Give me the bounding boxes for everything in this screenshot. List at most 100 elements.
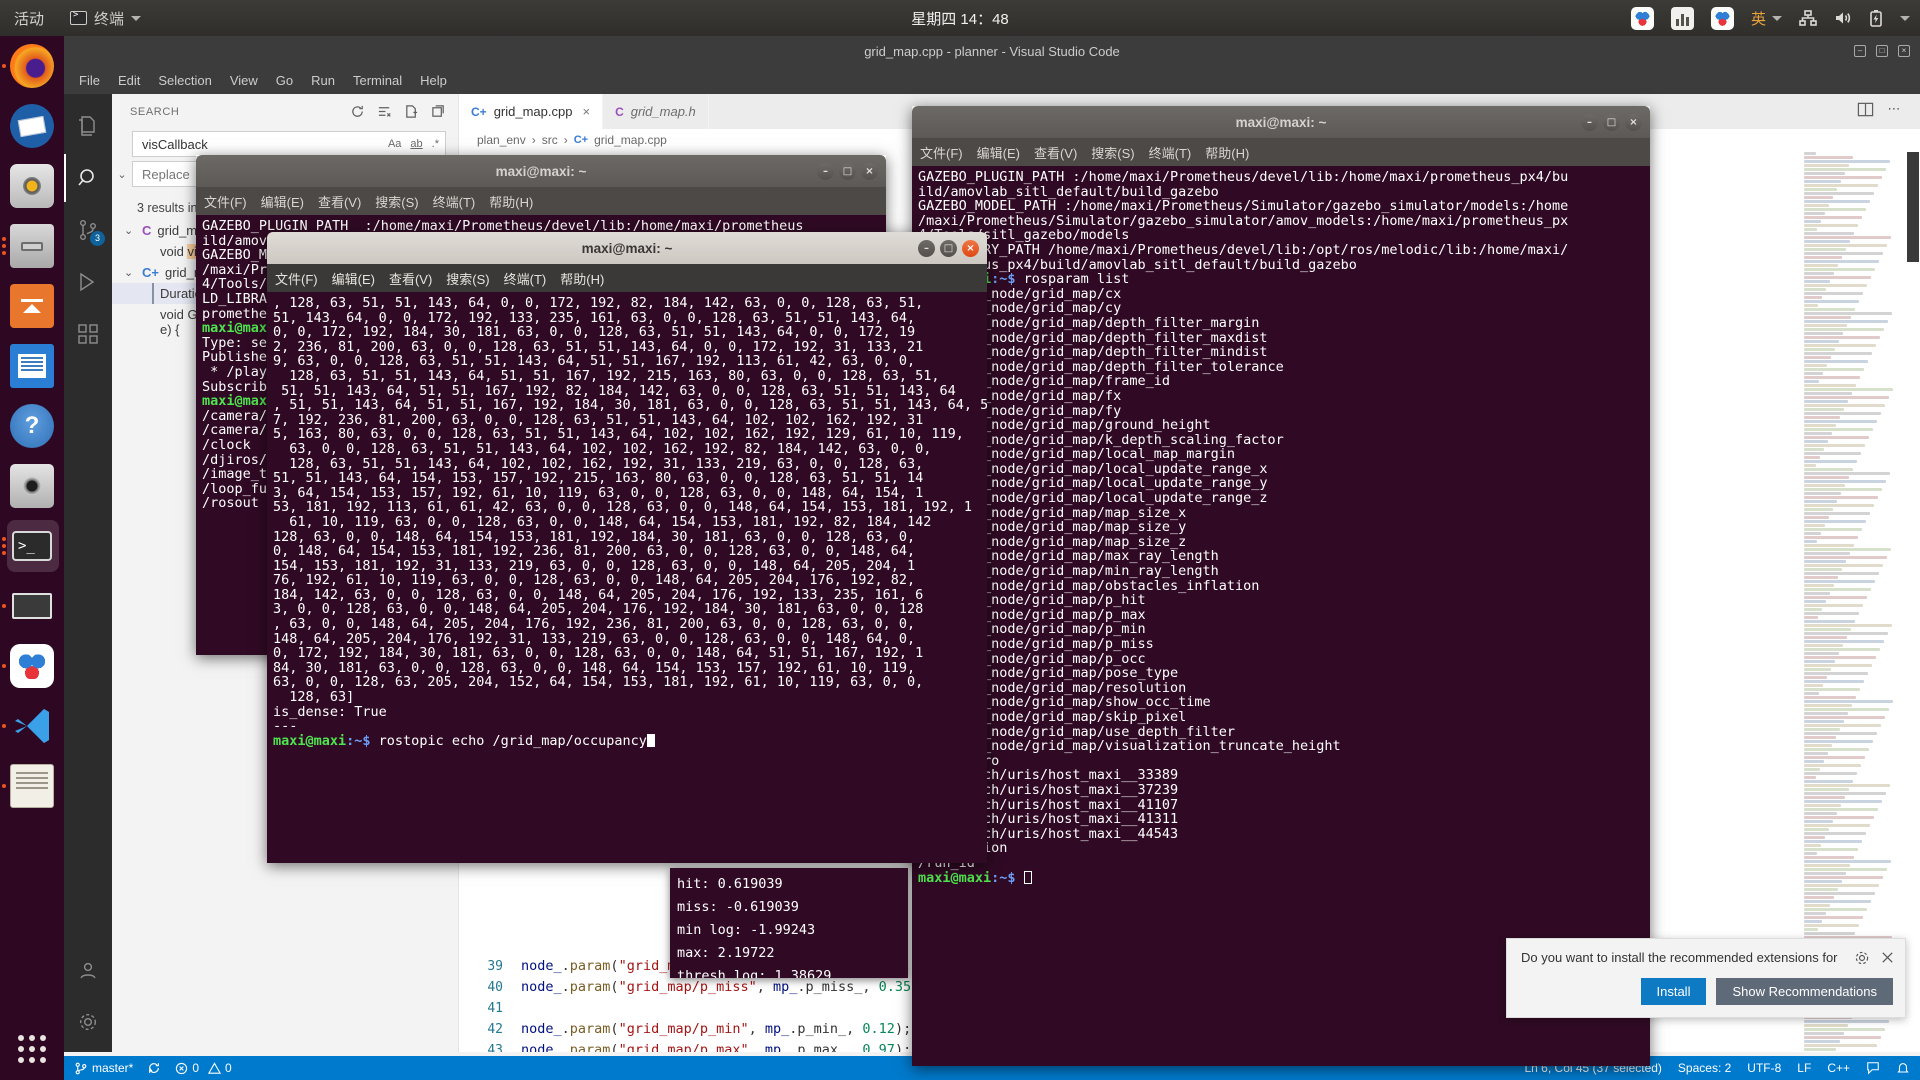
tab-grid-map-h[interactable]: C grid_map.h	[603, 94, 709, 129]
dock-item-ubuntu-software[interactable]	[0, 276, 64, 336]
refresh-icon[interactable]	[350, 104, 365, 119]
sidebar-item-source-control[interactable]: 3	[64, 206, 112, 254]
sidebar-item-accounts[interactable]	[64, 946, 112, 994]
terminal-menu-search[interactable]: 搜索(S)	[1091, 143, 1134, 162]
menu-selection[interactable]: Selection	[149, 70, 220, 91]
minimize-button[interactable]: –	[1854, 45, 1866, 57]
activities-button[interactable]: 活动	[14, 8, 44, 29]
menu-file[interactable]: File	[70, 70, 109, 91]
input-method-indicator[interactable]: 英	[1751, 8, 1782, 29]
minimap[interactable]	[1798, 151, 1906, 1052]
split-editor-icon[interactable]	[1857, 101, 1874, 118]
open-new-editor-icon[interactable]	[404, 104, 419, 119]
terminal-titlebar[interactable]: maxi@maxi: ~ – □ ×	[267, 232, 987, 264]
chevron-down-icon[interactable]: ⌄	[124, 224, 136, 237]
chevron-down-icon[interactable]	[1900, 15, 1910, 21]
menu-edit[interactable]: Edit	[109, 70, 149, 91]
terminal-menu-edit[interactable]: 编辑(E)	[332, 269, 375, 288]
regex-toggle[interactable]: .*	[432, 138, 439, 150]
maximize-button[interactable]: □	[839, 162, 856, 180]
minimize-button[interactable]: –	[817, 162, 834, 180]
maximize-button[interactable]: □	[940, 239, 957, 257]
dock-item-text-editor[interactable]	[0, 756, 64, 816]
menu-help[interactable]: Help	[411, 70, 456, 91]
dock-item-libreoffice[interactable]	[0, 336, 64, 396]
sidebar-item-run-debug[interactable]	[64, 258, 112, 306]
close-button[interactable]: ×	[861, 162, 878, 180]
sidebar-item-explorer[interactable]	[64, 102, 112, 150]
toggle-replace-chevron-down-icon[interactable]: ⌄	[112, 168, 132, 181]
breadcrumb-src[interactable]: src	[542, 133, 558, 147]
close-icon[interactable]	[1880, 950, 1895, 965]
close-button[interactable]: ×	[1625, 113, 1642, 131]
terminal-output[interactable]: GAZEBO_PLUGIN_PATH :/home/maxi/Prometheu…	[912, 166, 1650, 1066]
battery-icon[interactable]	[1869, 9, 1883, 27]
terminal-titlebar[interactable]: maxi@maxi: ~ – □ ×	[196, 155, 886, 187]
breadcrumb-plan-env[interactable]: plan_env	[477, 133, 526, 147]
dock-item-files[interactable]	[0, 216, 64, 276]
status-eol[interactable]: LF	[1797, 1061, 1811, 1075]
dock-item-terminal[interactable]: >_	[0, 516, 64, 576]
sync-icon[interactable]	[147, 1061, 161, 1075]
menu-view[interactable]: View	[221, 70, 267, 91]
dock-item-firefox[interactable]	[0, 36, 64, 96]
dock-item-cheese[interactable]	[0, 456, 64, 516]
terminal-menu-view[interactable]: 查看(V)	[1034, 143, 1077, 162]
breadcrumb-file[interactable]: grid_map.cpp	[594, 133, 667, 147]
show-recommendations-button[interactable]: Show Recommendations	[1716, 978, 1893, 1005]
dock-item-vscode[interactable]	[0, 696, 64, 756]
terminal-window-right[interactable]: maxi@maxi: ~ – □ × 文件(F) 编辑(E) 查看(V) 搜索(…	[912, 106, 1650, 1066]
sidebar-item-extensions[interactable]	[64, 310, 112, 358]
terminal-output[interactable]: , 128, 63, 51, 51, 143, 64, 0, 0, 172, 1…	[267, 292, 987, 863]
terminal-menu-terminal[interactable]: 终端(T)	[433, 192, 476, 211]
collapse-all-icon[interactable]	[431, 104, 446, 119]
match-case-toggle[interactable]: Aa	[388, 138, 401, 150]
terminal-menu-search[interactable]: 搜索(S)	[446, 269, 489, 288]
system-monitor-icon[interactable]	[1670, 6, 1694, 30]
terminal-window-middle[interactable]: maxi@maxi: ~ – □ × 文件(F) 编辑(E) 查看(V) 搜索(…	[267, 232, 987, 863]
terminal-menu-file[interactable]: 文件(F)	[920, 143, 963, 162]
network-icon[interactable]	[1799, 10, 1817, 26]
gear-icon[interactable]	[1854, 950, 1870, 966]
clear-results-icon[interactable]	[377, 104, 392, 119]
terminal-menu-edit[interactable]: 编辑(E)	[261, 192, 304, 211]
search-input[interactable]: visCallback Aa ab .*	[132, 131, 446, 157]
editor-scrollbar[interactable]	[1906, 151, 1920, 1052]
terminal-titlebar[interactable]: maxi@maxi: ~ – □ ×	[912, 106, 1650, 138]
status-language-mode[interactable]: C++	[1827, 1061, 1850, 1075]
terminal-menu-help[interactable]: 帮助(H)	[489, 192, 533, 211]
sidebar-item-search[interactable]	[64, 154, 112, 202]
sidebar-item-settings[interactable]	[64, 998, 112, 1046]
tab-grid-map-cpp[interactable]: C+ grid_map.cpp ×	[459, 94, 604, 129]
terminal-menu-terminal[interactable]: 终端(T)	[1149, 143, 1192, 162]
terminal-menu-help[interactable]: 帮助(H)	[560, 269, 604, 288]
chevron-down-icon[interactable]: ⌄	[124, 266, 136, 279]
terminal-overlay-values[interactable]: hit: 0.619039 miss: -0.619039 min log: -1.…	[670, 868, 908, 978]
menu-run[interactable]: Run	[302, 70, 344, 91]
close-button[interactable]: ×	[962, 239, 979, 257]
status-problems[interactable]: 0 0	[175, 1061, 232, 1075]
terminal-menu-terminal[interactable]: 终端(T)	[504, 269, 547, 288]
status-encoding[interactable]: UTF-8	[1747, 1061, 1781, 1075]
menu-go[interactable]: Go	[267, 70, 302, 91]
minimize-button[interactable]: –	[918, 239, 935, 257]
scrollbar-thumb[interactable]	[1907, 152, 1919, 262]
whole-word-toggle[interactable]: ab	[410, 138, 422, 150]
close-icon[interactable]: ×	[582, 104, 590, 119]
dock-item-ros[interactable]	[0, 636, 64, 696]
terminal-menu-file[interactable]: 文件(F)	[275, 269, 318, 288]
terminal-menu-view[interactable]: 查看(V)	[389, 269, 432, 288]
terminal-menu-view[interactable]: 查看(V)	[318, 192, 361, 211]
volume-icon[interactable]	[1834, 10, 1852, 26]
dock-item-rhythmbox[interactable]	[0, 156, 64, 216]
status-branch[interactable]: master*	[74, 1061, 133, 1075]
ros-tray-icon-2[interactable]	[1710, 6, 1734, 30]
terminal-menu-file[interactable]: 文件(F)	[204, 192, 247, 211]
ros-tray-icon[interactable]	[1630, 6, 1654, 30]
maximize-button[interactable]: □	[1603, 113, 1620, 131]
minimize-button[interactable]: –	[1581, 113, 1598, 131]
install-button[interactable]: Install	[1640, 978, 1707, 1005]
terminal-menu-search[interactable]: 搜索(S)	[375, 192, 418, 211]
terminal-menu-help[interactable]: 帮助(H)	[1205, 143, 1249, 162]
dock-item-blackbox[interactable]	[0, 576, 64, 636]
